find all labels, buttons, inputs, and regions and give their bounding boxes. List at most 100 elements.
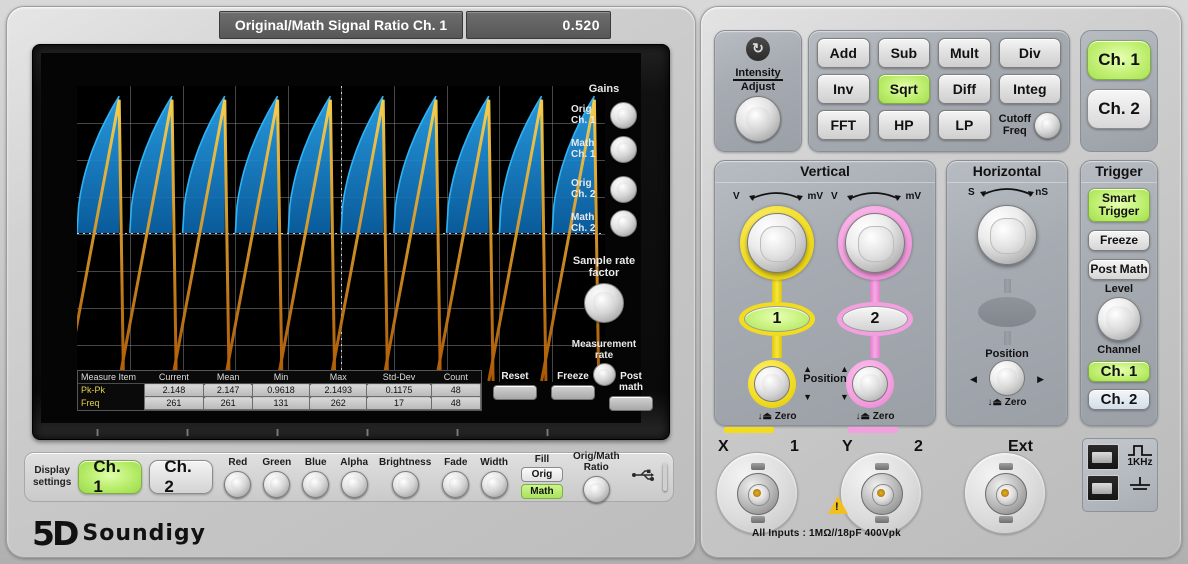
- waveform-traces: [77, 95, 601, 382]
- math-button-sqrt[interactable]: Sqrt: [877, 74, 931, 104]
- math-keypad-panel: Add Sub Mult Div Inv Sqrt Diff Integ FFT…: [808, 30, 1070, 152]
- scale-v-label: V: [831, 191, 838, 202]
- bnc-plate[interactable]: [840, 452, 922, 534]
- math-button-inv[interactable]: Inv: [817, 74, 870, 104]
- width-knob[interactable]: [480, 470, 508, 498]
- knob-face[interactable]: [977, 205, 1037, 265]
- red-knob[interactable]: [224, 470, 252, 498]
- vertical-ch1-button-wrap[interactable]: 1: [739, 302, 815, 336]
- vertical-channel-2-button[interactable]: 2: [842, 306, 908, 332]
- vertical-scale-knob-2[interactable]: [838, 206, 912, 280]
- row-max: 2.1493: [309, 383, 368, 397]
- blue-knob-group[interactable]: Blue: [302, 457, 330, 498]
- gain-row-orig-ch1[interactable]: Orig Ch. 1: [571, 99, 637, 131]
- bnc-lug: [875, 463, 889, 470]
- orig-math-ratio-group[interactable]: Orig/Math Ratio: [573, 451, 620, 503]
- trigger-ch1-button[interactable]: Ch. 1: [1088, 361, 1150, 382]
- usb-port[interactable]: [662, 463, 667, 491]
- gain-label-line1: Orig: [571, 178, 592, 189]
- row-min: 0.9618: [251, 383, 311, 397]
- trigger-freeze-button[interactable]: Freeze: [1088, 230, 1150, 251]
- cutoff-freq-group[interactable]: Cutoff Freq: [999, 110, 1061, 140]
- comp-terminal-signal[interactable]: [1087, 444, 1119, 470]
- math-button-lp[interactable]: LP: [938, 110, 991, 140]
- math-button-hp[interactable]: HP: [877, 110, 931, 140]
- orig-math-ratio-knob[interactable]: [582, 476, 610, 503]
- reset-cap[interactable]: [493, 385, 537, 400]
- smart-trigger-button[interactable]: Smart Trigger: [1088, 188, 1150, 222]
- ratio-readout-label: Original/Math Signal Ratio Ch. 1: [219, 11, 463, 39]
- display-ch1-button[interactable]: Ch. 1: [78, 457, 143, 496]
- blue-knob[interactable]: [302, 470, 330, 498]
- fade-knob-group[interactable]: Fade: [442, 457, 470, 498]
- trigger-post-math-button[interactable]: Post Math: [1088, 259, 1150, 280]
- red-knob-group[interactable]: Red: [224, 457, 252, 498]
- gain-row-orig-ch2[interactable]: Orig Ch. 2: [571, 173, 637, 205]
- math-button-add[interactable]: Add: [817, 38, 870, 68]
- channel-button-ch2[interactable]: Ch. 2: [1087, 89, 1151, 129]
- alpha-knob[interactable]: [340, 470, 368, 498]
- ch2-stripe: [848, 427, 898, 433]
- scale-v-label: V: [733, 191, 740, 202]
- horizontal-position-knob[interactable]: ◀ ▶: [970, 360, 1044, 396]
- fade-knob[interactable]: [442, 470, 470, 498]
- bnc-connector-ch2[interactable]: [840, 452, 922, 534]
- gain-row-math-ch2[interactable]: Math Ch. 2: [571, 207, 637, 239]
- vertical-scale-knob-1[interactable]: [740, 206, 814, 280]
- math-button-integ[interactable]: Integ: [998, 74, 1061, 104]
- reset-button[interactable]: Reset: [493, 371, 537, 411]
- ratio-readout: Original/Math Signal Ratio Ch. 1 0.520: [219, 11, 611, 39]
- post-math-button[interactable]: Post math: [609, 371, 653, 411]
- trigger-panel: Trigger Smart Trigger Freeze Post Math L…: [1080, 160, 1158, 426]
- gain-knob-math-ch2[interactable]: [610, 209, 637, 237]
- knob-face[interactable]: [845, 213, 905, 273]
- row-mean: 2.147: [203, 383, 253, 397]
- math-button-diff[interactable]: Diff: [938, 74, 991, 104]
- alpha-knob-group[interactable]: Alpha: [340, 457, 368, 498]
- screen-button-group: Reset Freeze Post math: [493, 371, 653, 411]
- comp-terminal-ground[interactable]: [1087, 475, 1119, 501]
- brightness-knob[interactable]: [391, 470, 419, 498]
- bnc-center-pin: [877, 489, 885, 497]
- fill-math-button[interactable]: Math: [520, 483, 563, 499]
- math-button-sub[interactable]: Sub: [877, 38, 931, 68]
- green-knob-group[interactable]: Green: [262, 457, 291, 498]
- gain-knob-math-ch1[interactable]: [610, 135, 637, 163]
- gain-row-math-ch1[interactable]: Math Ch. 1: [571, 133, 637, 165]
- gain-knob-orig-ch1[interactable]: [610, 101, 637, 129]
- gain-knob-orig-ch2[interactable]: [610, 175, 637, 203]
- bnc-connector-ext[interactable]: [964, 452, 1046, 534]
- comp-terminals[interactable]: [1083, 439, 1123, 511]
- channel-button-ch1[interactable]: Ch. 1: [1087, 40, 1151, 80]
- display-ch2-button[interactable]: Ch. 2: [149, 457, 214, 496]
- bnc-connector-ch1[interactable]: [716, 452, 798, 534]
- bnc-plate[interactable]: [716, 452, 798, 534]
- vertical-ch2-button-wrap[interactable]: 2: [837, 302, 913, 336]
- horizontal-spacer: [978, 297, 1036, 327]
- intensity-adjust-knob[interactable]: [735, 96, 781, 142]
- green-knob[interactable]: [263, 470, 291, 498]
- horizontal-scale-knob[interactable]: [970, 205, 1044, 279]
- vertical-channel-1-button[interactable]: 1: [744, 306, 810, 332]
- math-keypad-grid: Add Sub Mult Div Inv Sqrt Diff Integ FFT…: [817, 38, 1061, 140]
- math-button-div[interactable]: Div: [998, 38, 1061, 68]
- bnc-plate[interactable]: [964, 452, 1046, 534]
- brightness-knob-group[interactable]: Brightness: [379, 457, 431, 498]
- freeze-cap[interactable]: [551, 385, 595, 400]
- freeze-button[interactable]: Freeze: [551, 371, 595, 411]
- sample-rate-knob[interactable]: [584, 283, 624, 323]
- trigger-level-knob[interactable]: [1097, 297, 1141, 341]
- trigger-ch2-button[interactable]: Ch. 2: [1088, 389, 1150, 410]
- fill-orig-button[interactable]: Orig: [520, 466, 563, 482]
- post-math-cap[interactable]: [609, 396, 653, 411]
- comp-freq-label: 1KHz: [1127, 457, 1153, 468]
- math-button-fft[interactable]: FFT: [817, 110, 870, 140]
- knob-face[interactable]: [989, 360, 1025, 396]
- power-icon[interactable]: ↻: [746, 37, 770, 61]
- knob-face[interactable]: [747, 213, 807, 273]
- cutoff-freq-knob[interactable]: [1034, 111, 1061, 139]
- square-wave-icon: [1128, 445, 1152, 456]
- math-button-mult[interactable]: Mult: [938, 38, 991, 68]
- width-knob-group[interactable]: Width: [480, 457, 508, 498]
- gain-label-line1: Math: [571, 138, 595, 149]
